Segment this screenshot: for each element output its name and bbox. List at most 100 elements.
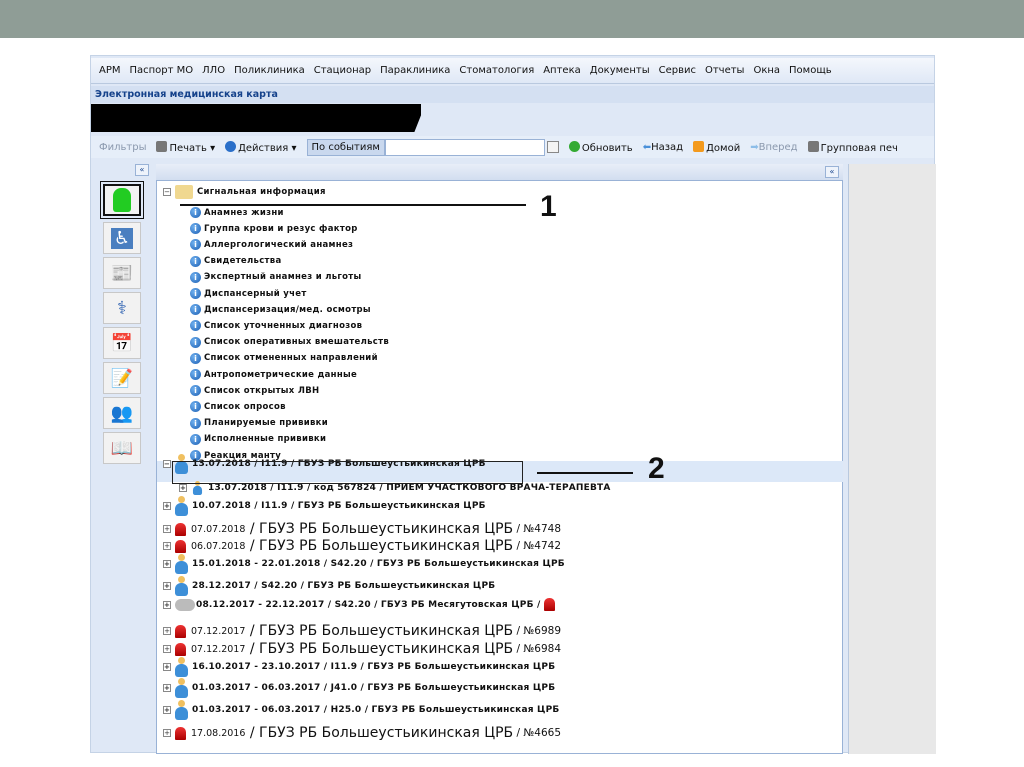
search-input[interactable] xyxy=(384,138,545,156)
menu-item[interactable]: Помощь xyxy=(789,65,832,76)
expand-toggle[interactable]: + xyxy=(163,502,171,510)
expand-toggle[interactable]: + xyxy=(163,663,171,671)
tree-item[interactable]: i Группа крови и резус фактор xyxy=(190,223,358,235)
tree-item[interactable]: i Исполненные прививки xyxy=(190,433,326,445)
event-date: 07.12.2017 xyxy=(191,643,246,655)
menu-item[interactable]: Параклиника xyxy=(380,65,450,76)
menu-item[interactable]: Паспорт МО xyxy=(130,65,194,76)
disability-button[interactable]: ♿ xyxy=(103,222,141,254)
toolbar: Фильтры Печать ▾ Действия ▾ По событиям … xyxy=(91,136,934,158)
window-title: Электронная медицинская карта xyxy=(91,86,934,103)
menu-item[interactable]: Стационар xyxy=(314,65,371,76)
event-row[interactable]: +08.12.2017 - 22.12.2017 / S42.20 / ГБУЗ… xyxy=(163,598,560,611)
tree-item[interactable]: i Список открытых ЛВН xyxy=(190,385,319,397)
collapse-sidebar-button[interactable]: « xyxy=(135,164,149,176)
users-button[interactable]: 👥 xyxy=(103,397,141,429)
expand-toggle[interactable]: + xyxy=(163,582,171,590)
edit-calendar-button[interactable]: 📝 xyxy=(103,362,141,394)
expand-toggle[interactable]: + xyxy=(163,627,171,635)
calendar-button[interactable]: 📅 xyxy=(103,327,141,359)
tree-item[interactable]: i Аллергологический анамнез xyxy=(190,239,353,251)
event-label: 13.07.2018 / I11.9 / код 567824 / ПРИЕМ … xyxy=(208,483,611,493)
book-button[interactable]: 📖 xyxy=(103,432,141,464)
menu-item[interactable]: Поликлиника xyxy=(234,65,305,76)
menu-item[interactable]: ЛЛО xyxy=(202,65,225,76)
collapse-tree-button[interactable]: « xyxy=(825,166,839,178)
print-button[interactable]: Печать ▾ xyxy=(156,140,215,154)
tree-item[interactable]: i Анамнез жизни xyxy=(190,207,284,218)
actions-button[interactable]: Действия ▾ xyxy=(225,140,297,154)
calendar-icon[interactable] xyxy=(546,141,559,153)
tree-item[interactable]: i Диспансерный учет xyxy=(190,288,307,299)
event-number: №6984 xyxy=(523,643,562,655)
tree-item[interactable]: i Список уточненных диагнозов xyxy=(190,320,362,332)
forward-button[interactable]: ➡Вперед xyxy=(750,142,797,153)
event-row[interactable]: +28.12.2017 / S42.20 / ГБУЗ РБ Большеуст… xyxy=(163,576,495,596)
collapse-toggle[interactable]: − xyxy=(163,188,171,196)
event-row[interactable]: +07.12.2017 / ГБУЗ РБ Большеустьикинская… xyxy=(163,641,561,657)
expand-toggle[interactable]: + xyxy=(163,600,171,609)
event-row[interactable]: +01.03.2017 - 06.03.2017 / H25.0 / ГБУЗ … xyxy=(163,700,559,720)
info-icon: i xyxy=(190,385,201,397)
view-mode-select[interactable]: По событиям xyxy=(306,138,385,156)
person-icon xyxy=(175,496,188,516)
event-row[interactable]: +16.10.2017 - 23.10.2017 / I11.9 / ГБУЗ … xyxy=(163,657,555,677)
menu-item[interactable]: Отчеты xyxy=(705,65,744,76)
menu-item[interactable]: Окна xyxy=(753,65,780,76)
menu-item[interactable]: Документы xyxy=(590,65,650,76)
event-date: 07.07.2018 xyxy=(191,523,246,535)
expand-toggle[interactable]: + xyxy=(163,706,171,714)
back-button[interactable]: ⬅Назад xyxy=(643,142,683,153)
expand-toggle[interactable]: + xyxy=(179,484,187,492)
info-icon: i xyxy=(190,271,201,283)
home-button[interactable]: Домой xyxy=(693,140,740,154)
wheelchair-icon: ♿ xyxy=(110,227,134,249)
event-row[interactable]: +07.12.2017 / ГБУЗ РБ Большеустьикинская… xyxy=(163,623,561,639)
siren-icon xyxy=(175,642,186,656)
detail-panel xyxy=(848,164,936,754)
documents-button[interactable]: 📰 xyxy=(103,257,141,289)
expand-toggle[interactable]: + xyxy=(163,684,171,692)
patient-button[interactable] xyxy=(100,181,144,219)
printer-icon xyxy=(807,140,819,152)
menu-item[interactable]: Аптека xyxy=(543,65,581,76)
expand-toggle[interactable]: + xyxy=(163,542,171,550)
expand-toggle[interactable]: + xyxy=(163,560,171,568)
folder-info-icon xyxy=(175,185,193,199)
expand-toggle[interactable]: + xyxy=(163,645,171,653)
tree-item[interactable]: i Список отмененных направлений xyxy=(190,352,378,364)
printer-icon xyxy=(156,140,168,152)
siren-icon xyxy=(175,539,186,553)
stethoscope-icon: ⚕ xyxy=(117,297,127,319)
refresh-button[interactable]: Обновить xyxy=(568,140,633,154)
tree-item[interactable]: i Экспертный анамнез и льготы xyxy=(190,271,362,283)
menu-item[interactable]: Сервис xyxy=(659,65,696,76)
menu-item[interactable]: АРМ xyxy=(99,65,121,76)
event-row[interactable]: +10.07.2018 / I11.9 / ГБУЗ РБ Большеусть… xyxy=(163,496,486,516)
slide-header-band xyxy=(0,0,1024,38)
tree-item[interactable]: i Планируемые прививки xyxy=(190,417,328,429)
event-row[interactable]: +07.07.2018 / ГБУЗ РБ Большеустьикинская… xyxy=(163,521,561,537)
annotation-line-2 xyxy=(537,472,633,474)
expand-toggle[interactable]: + xyxy=(163,729,171,737)
stethoscope-button[interactable]: ⚕ xyxy=(103,292,141,324)
menu-item[interactable]: Стоматология xyxy=(459,65,534,76)
collapse-toggle[interactable]: − xyxy=(163,460,171,468)
tree-item[interactable]: i Список оперативных вмешательств xyxy=(190,336,389,348)
event-row[interactable]: +06.07.2018 / ГБУЗ РБ Большеустьикинская… xyxy=(163,538,561,554)
tree-item[interactable]: i Свидетельства xyxy=(190,255,281,267)
expand-toggle[interactable]: + xyxy=(163,525,171,533)
tree-item[interactable]: i Антропометрические данные xyxy=(190,369,357,380)
filters-button[interactable]: Фильтры xyxy=(99,142,146,153)
sidebar: « ♿ 📰 ⚕ 📅 📝 👥 📖 xyxy=(97,164,151,752)
event-org: ГБУЗ РБ Большеустьикинская ЦРБ xyxy=(259,623,514,639)
tree-item[interactable]: i Диспансеризация/мед. осмотры xyxy=(190,304,371,316)
tree-item[interactable]: i Список опросов xyxy=(190,401,286,413)
group-print-button[interactable]: Групповая печ xyxy=(807,140,898,154)
event-row[interactable]: +15.01.2018 - 22.01.2018 / S42.20 / ГБУЗ… xyxy=(163,554,565,574)
event-row[interactable]: +01.03.2017 - 06.03.2017 / J41.0 / ГБУЗ … xyxy=(163,678,555,698)
siren-icon xyxy=(175,726,186,740)
event-row[interactable]: +17.08.2016 / ГБУЗ РБ Большеустьикинская… xyxy=(163,725,561,741)
tree-item-label: Анамнез жизни xyxy=(204,207,284,218)
tree-root[interactable]: − Сигнальная информация xyxy=(163,185,326,199)
